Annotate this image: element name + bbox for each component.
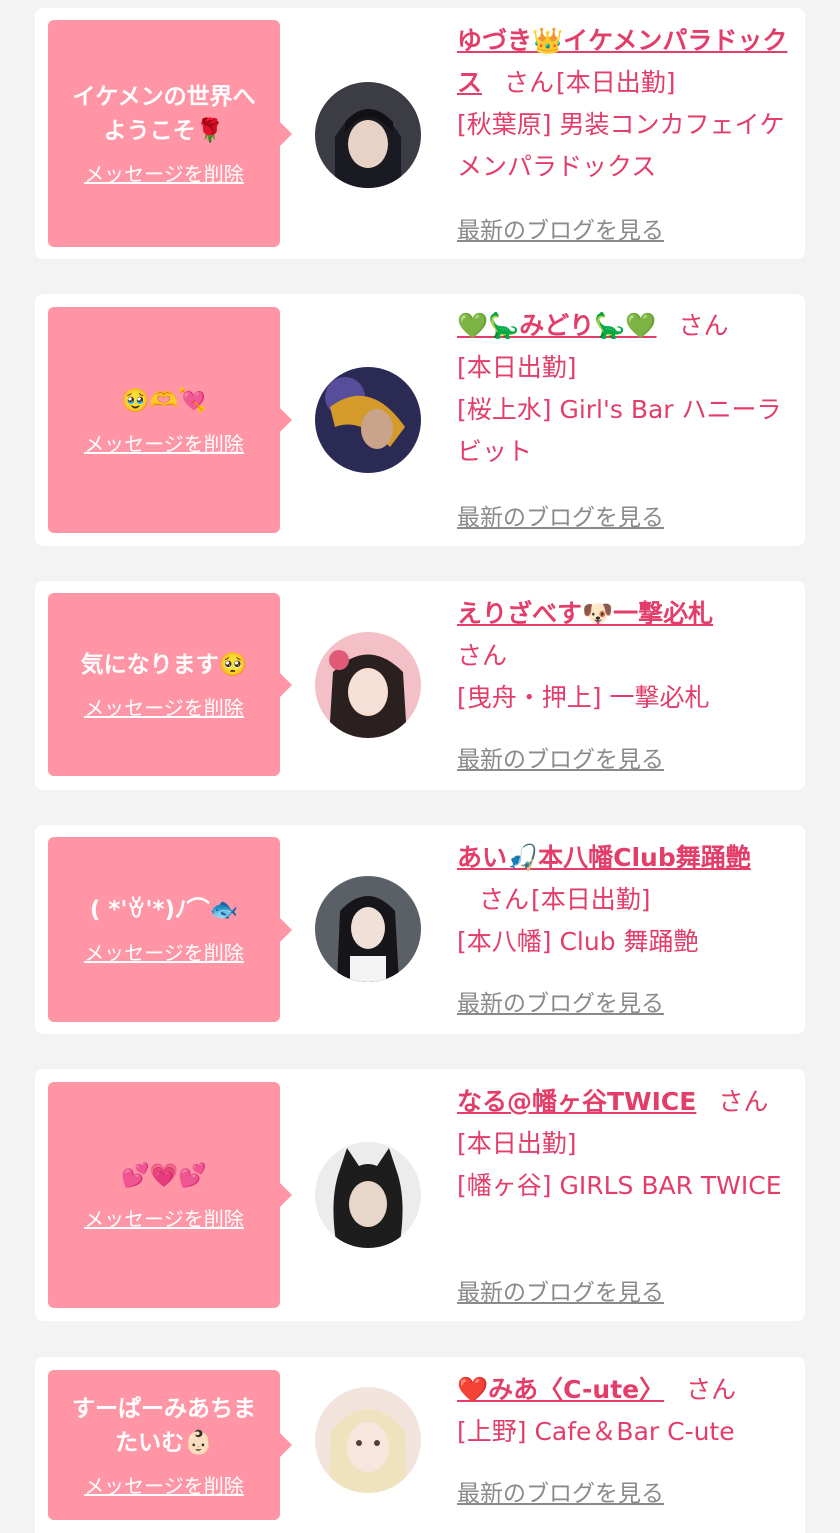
status-badge: [本日出勤] xyxy=(457,353,577,382)
blog-link[interactable]: 最新のブログを見る xyxy=(457,498,664,532)
cast-name-link[interactable]: えりざべす🐶一撃必札 xyxy=(457,599,713,628)
avatar[interactable] xyxy=(315,82,421,188)
shop-name: [本八幡] Club 舞踊艶 xyxy=(457,927,699,956)
message-bubble: すーぱーみあちま たいむ👶🏻 メッセージを削除 xyxy=(48,1370,292,1520)
message-bubble: 💕💗💕 メッセージを削除 xyxy=(48,1082,292,1308)
status-badge: [本日出勤] xyxy=(457,1129,577,1158)
shop-name: [曳舟・押上] 一撃必札 xyxy=(457,683,710,712)
cast-info: 💚🦕みどり🦕💚 さん [本日出勤] [桜上水] Girl's Bar ハニーラビッ… xyxy=(457,305,797,473)
honorific: さん xyxy=(678,311,729,340)
message-list: イケメンの世界へ ようこそ🌹 メッセージを削除 ゆづき👑イケメンパラドックス さん… xyxy=(0,0,840,1533)
message-card: 💕💗💕 メッセージを削除 なる@幡ヶ谷TWICE さん [本日出勤] [幡ヶ谷] … xyxy=(35,1069,805,1321)
delete-message-link[interactable]: メッセージを削除 xyxy=(84,692,244,721)
shop-name: [桜上水] Girl's Bar ハニーラビット xyxy=(457,395,782,466)
status-badge: [本日出勤] xyxy=(531,885,651,914)
delete-message-link[interactable]: メッセージを削除 xyxy=(84,1470,244,1499)
message-card: ( *'ꈊ'*)ﾉ⌒🐟 メッセージを削除 あい🎣本八幡Club舞踊艶さん[本日出… xyxy=(35,825,805,1034)
message-text: 気になります🥺 xyxy=(80,652,248,678)
blog-link[interactable]: 最新のブログを見る xyxy=(457,1273,664,1307)
cast-info: あい🎣本八幡Club舞踊艶さん[本日出勤] [本八幡] Club 舞踊艶 xyxy=(457,837,797,963)
avatar[interactable] xyxy=(315,1387,421,1493)
message-text: 🥹🫶💘 xyxy=(121,387,207,414)
status-badge: [本日出勤] xyxy=(556,68,676,97)
message-bubble: ( *'ꈊ'*)ﾉ⌒🐟 メッセージを削除 xyxy=(48,837,292,1022)
blog-link[interactable]: 最新のブログを見る xyxy=(457,740,664,774)
cast-name-link[interactable]: ❤️みあ〈C-ute〉 xyxy=(457,1375,664,1404)
message-text: ( *'ꈊ'*)ﾉ⌒🐟 xyxy=(89,897,239,923)
message-bubble: 🥹🫶💘 メッセージを削除 xyxy=(48,307,292,533)
delete-message-link[interactable]: メッセージを削除 xyxy=(84,1203,244,1232)
message-card: イケメンの世界へ ようこそ🌹 メッセージを削除 ゆづき👑イケメンパラドックス さん… xyxy=(35,8,805,259)
blog-link[interactable]: 最新のブログを見る xyxy=(457,211,664,245)
cast-info: ❤️みあ〈C-ute〉 さん [上野] Cafe＆Bar C-ute xyxy=(457,1369,797,1453)
blog-link[interactable]: 最新のブログを見る xyxy=(457,1474,664,1508)
message-bubble: 気になります🥺 メッセージを削除 xyxy=(48,593,292,776)
shop-name: [秋葉原] 男装コンカフェイケメンパラドックス xyxy=(457,110,785,181)
avatar[interactable] xyxy=(315,632,421,738)
delete-message-link[interactable]: メッセージを削除 xyxy=(84,428,244,457)
cast-info: なる@幡ヶ谷TWICE さん [本日出勤] [幡ヶ谷] GIRLS BAR TWI… xyxy=(457,1081,797,1207)
honorific: さん xyxy=(457,641,508,670)
message-card: 気になります🥺 メッセージを削除 えりざべす🐶一撃必札 さん [曳舟・押上] 一… xyxy=(35,581,805,790)
avatar[interactable] xyxy=(315,876,421,982)
cast-name-link[interactable]: なる@幡ヶ谷TWICE xyxy=(457,1087,696,1116)
cast-name-link[interactable]: あい🎣本八幡Club舞踊艶 xyxy=(457,843,751,872)
delete-message-link[interactable]: メッセージを削除 xyxy=(84,158,244,187)
message-card: すーぱーみあちま たいむ👶🏻 メッセージを削除 ❤️みあ〈C-ute〉 さん [上… xyxy=(35,1357,805,1533)
honorific: さん xyxy=(718,1087,769,1116)
avatar[interactable] xyxy=(315,1142,421,1248)
message-text: 💕💗💕 xyxy=(121,1162,207,1189)
honorific: さん xyxy=(686,1375,737,1404)
message-text: イケメンの世界へ ようこそ🌹 xyxy=(72,84,256,144)
message-bubble: イケメンの世界へ ようこそ🌹 メッセージを削除 xyxy=(48,20,292,247)
shop-name: [上野] Cafe＆Bar C-ute xyxy=(457,1417,735,1446)
honorific: さん xyxy=(504,68,555,97)
delete-message-link[interactable]: メッセージを削除 xyxy=(84,937,244,966)
cast-name-link[interactable]: 💚🦕みどり🦕💚 xyxy=(457,311,657,340)
avatar[interactable] xyxy=(315,367,421,473)
honorific: さん xyxy=(479,885,530,914)
message-card: 🥹🫶💘 メッセージを削除 💚🦕みどり🦕💚 さん [本日出勤] [桜上水] Girl… xyxy=(35,294,805,546)
cast-info: ゆづき👑イケメンパラドックス さん[本日出勤] [秋葉原] 男装コンカフェイケメン… xyxy=(457,20,797,188)
blog-link[interactable]: 最新のブログを見る xyxy=(457,984,664,1018)
cast-info: えりざべす🐶一撃必札 さん [曳舟・押上] 一撃必札 xyxy=(457,593,797,719)
message-text: すーぱーみあちま たいむ👶🏻 xyxy=(72,1395,256,1456)
shop-name: [幡ヶ谷] GIRLS BAR TWICE xyxy=(457,1171,782,1200)
